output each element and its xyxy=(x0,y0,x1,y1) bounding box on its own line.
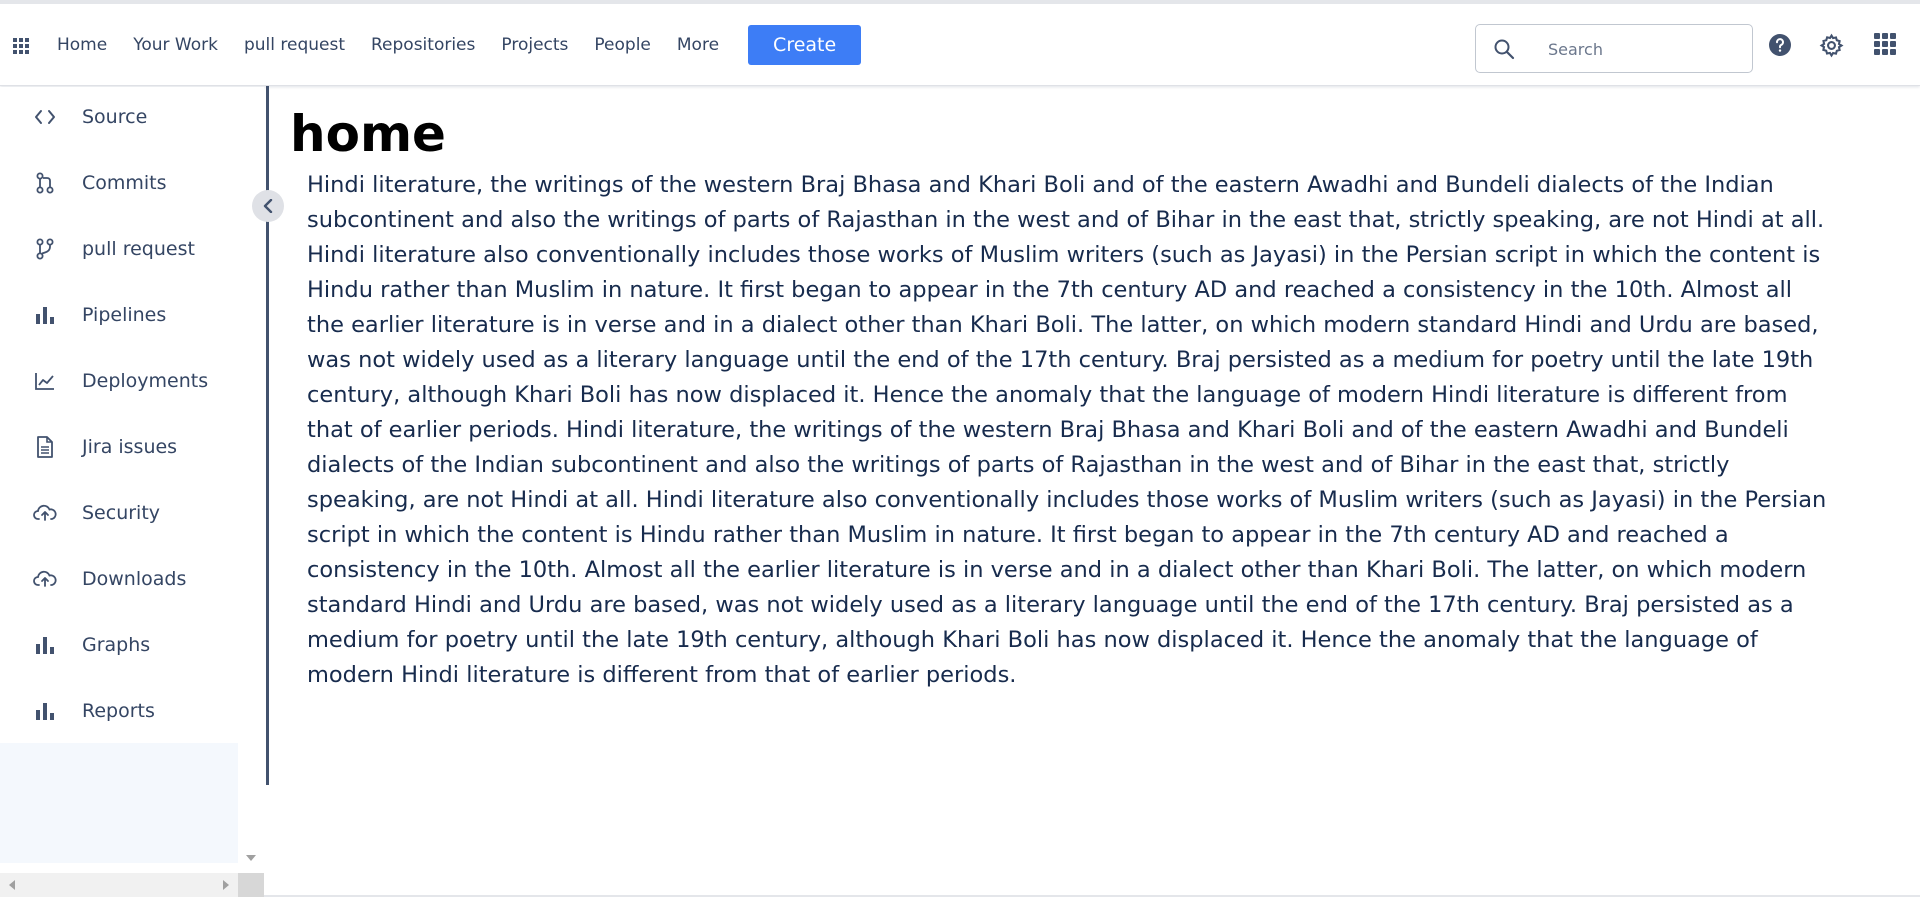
settings-gear-icon[interactable] xyxy=(1819,33,1844,58)
sidebar-item-source[interactable]: Source xyxy=(0,95,238,139)
sidebar-item-label: Security xyxy=(82,502,161,524)
sidebar-item-commits[interactable]: Commits xyxy=(0,161,238,205)
chevron-left-icon xyxy=(263,199,273,213)
sidebar-item-label: Jira issues xyxy=(82,436,178,458)
top-navigation-bar: Home Your Work pull request Repositories… xyxy=(0,0,1920,86)
sidebar-horizontal-scrollbar[interactable] xyxy=(0,873,264,897)
sidebar-item-pipelines[interactable]: Pipelines xyxy=(0,293,238,337)
sidebar-item-pull-request[interactable]: pull request xyxy=(0,227,238,271)
nav-your-work[interactable]: Your Work xyxy=(133,35,218,55)
sidebar-item-label: Reports xyxy=(82,700,155,722)
sidebar-item-jira-issues[interactable]: Jira issues xyxy=(0,425,238,469)
scroll-right-arrow-icon[interactable] xyxy=(223,880,229,890)
page-title: home xyxy=(290,105,446,163)
nav-pull-request[interactable]: pull request xyxy=(244,35,345,55)
code-icon xyxy=(33,105,57,129)
app-switcher-icon[interactable] xyxy=(12,37,30,55)
nav-home[interactable]: Home xyxy=(57,35,107,55)
apps-grid-icon[interactable] xyxy=(1873,32,1897,56)
sidebar-item-label: Source xyxy=(82,106,148,128)
cloud-upload-icon xyxy=(33,567,57,591)
cloud-upload-icon xyxy=(33,501,57,525)
commit-icon xyxy=(33,171,57,195)
scroll-down-arrow-icon[interactable] xyxy=(246,855,256,861)
sidebar-item-label: Deployments xyxy=(82,370,209,392)
sidebar-item-security[interactable]: Security xyxy=(0,491,238,535)
scrollbar-corner xyxy=(238,873,264,897)
create-button[interactable]: Create xyxy=(748,25,862,65)
sidebar-item-label: Commits xyxy=(82,172,167,194)
scroll-left-arrow-icon[interactable] xyxy=(9,880,15,890)
sidebar-item-label: Pipelines xyxy=(82,304,167,326)
bar-chart-icon xyxy=(33,699,57,723)
sidebar-item-downloads[interactable]: Downloads xyxy=(0,557,238,601)
nav-people[interactable]: People xyxy=(594,35,650,55)
document-icon xyxy=(33,435,57,459)
sidebar-item-graphs[interactable]: Graphs xyxy=(0,623,238,667)
collapse-sidebar-button[interactable] xyxy=(252,190,284,222)
bar-chart-icon xyxy=(33,633,57,657)
sidebar-item-label: pull request xyxy=(82,238,195,260)
page-body-text: Hindi literature, the writings of the we… xyxy=(307,172,1827,688)
search-icon xyxy=(1494,39,1515,60)
line-chart-icon xyxy=(33,369,57,393)
help-icon[interactable] xyxy=(1768,33,1792,57)
search-box[interactable] xyxy=(1475,24,1753,73)
sidebar-empty-area xyxy=(0,743,238,863)
sidebar-item-deployments[interactable]: Deployments xyxy=(0,359,238,403)
sidebar-item-label: Graphs xyxy=(82,634,151,656)
pull-request-icon xyxy=(33,237,57,261)
nav-repositories[interactable]: Repositories xyxy=(371,35,475,55)
bar-chart-icon xyxy=(33,303,57,327)
sidebar-item-label: Downloads xyxy=(82,568,187,590)
sidebar-item-reports[interactable]: Reports xyxy=(0,689,238,733)
primary-nav: Home Your Work pull request Repositories… xyxy=(57,4,862,86)
nav-projects[interactable]: Projects xyxy=(501,35,568,55)
sidebar: Source Commits pull request Pipelines De… xyxy=(0,87,238,743)
search-input[interactable] xyxy=(1548,35,1738,63)
nav-more[interactable]: More xyxy=(677,35,719,55)
